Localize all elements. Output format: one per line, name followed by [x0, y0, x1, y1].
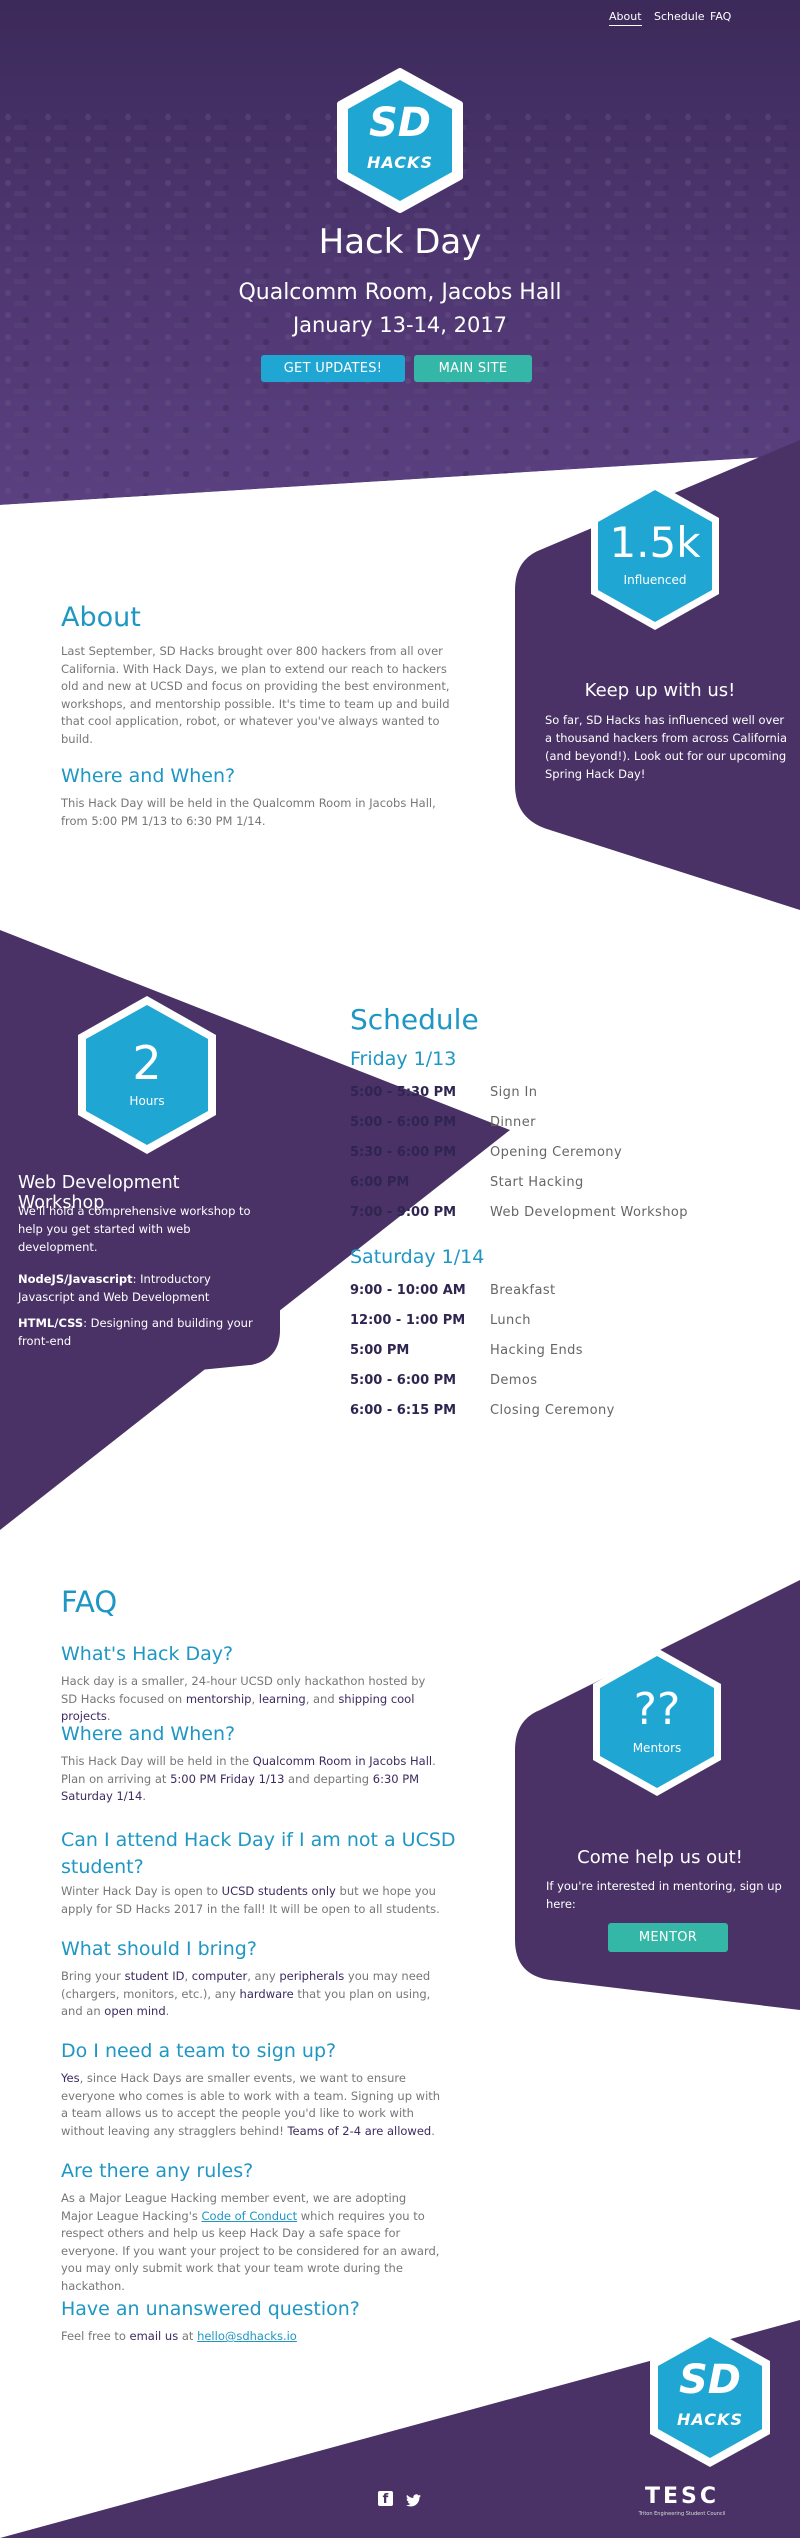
sd-hacks-logo: SD HACKS — [335, 68, 465, 213]
mentor-button[interactable]: MENTOR — [608, 1923, 728, 1952]
workshop-label: Hours — [129, 1094, 165, 1108]
faq-answer: Yes, since Hack Days are smaller events,… — [61, 2071, 441, 2138]
about-where-body: This Hack Day will be held in the Qualco… — [61, 796, 436, 828]
schedule-heading: Schedule — [350, 1003, 479, 1036]
twitter-icon[interactable] — [406, 2492, 421, 2507]
faq-answer: As a Major League Hacking member event, … — [61, 2191, 440, 2293]
logo-sd-text: SD — [368, 100, 431, 146]
faq-answer: Winter Hack Day is open to UCSD students… — [61, 1884, 440, 1916]
hero-dates: January 13-14, 2017 — [292, 313, 508, 337]
nav-faq[interactable]: FAQ — [710, 10, 731, 23]
influence-hexagon: 1.5k Influenced — [585, 478, 725, 634]
mentors-label: Mentors — [632, 1741, 682, 1755]
footer-logo-hacks-text: HACKS — [677, 2410, 743, 2429]
footer-logo-sd-text: SD — [678, 2357, 741, 2403]
workshop-hexagon: 2 Hours — [72, 992, 222, 1158]
mentors-heading: Come help us out! — [577, 1847, 743, 1868]
facebook-icon[interactable]: f — [378, 2491, 393, 2507]
faq-answer: This Hack Day will be held in the Qualco… — [61, 1754, 436, 1803]
workshop-item-node: NodeJS/Javascript: Introductory Javascri… — [18, 1272, 211, 1304]
tesc-subtitle: Triton Engineering Student Council — [638, 2511, 726, 2517]
tesc-logo: TESC — [644, 2484, 720, 2509]
mentors-body: If you're interested in mentoring, sign … — [546, 1879, 782, 1911]
faq-question: Are there any rules? — [61, 2160, 254, 2182]
influence-number: 1.5k — [609, 518, 701, 567]
schedule-day-saturday: Saturday 1/14 — [350, 1246, 485, 1268]
workshop-item-html: HTML/CSS: Designing and building your fr… — [18, 1316, 253, 1348]
mentors-number: ?? — [633, 1684, 681, 1735]
get-updates-button[interactable]: GET UPDATES! — [261, 355, 405, 382]
faq-question: Where and When? — [61, 1723, 236, 1745]
keep-up-body: So far, SD Hacks has influenced well ove… — [545, 713, 788, 781]
faq-answer: Feel free to email us at hello@sdhacks.i… — [61, 2329, 297, 2343]
workshop-body: We'll hold a comprehensive workshop to h… — [18, 1204, 251, 1254]
about-heading: About — [61, 602, 141, 633]
workshop-number: 2 — [132, 1036, 162, 1090]
about-body: Last September, SD Hacks brought over 80… — [61, 644, 450, 746]
code-of-conduct-link[interactable]: Code of Conduct — [202, 2209, 298, 2223]
influence-label: Influenced — [623, 573, 687, 587]
faq-question: Have an unanswered question? — [61, 2298, 360, 2320]
email-link[interactable]: hello@sdhacks.io — [197, 2329, 297, 2343]
faq-answer: Bring your student ID, computer, any per… — [61, 1969, 431, 2018]
faq-question: Do I need a team to sign up? — [61, 2040, 337, 2062]
top-nav: About Schedule FAQ — [0, 0, 800, 34]
nav-about[interactable]: About — [609, 10, 642, 26]
faq-answer: Hack day is a smaller, 24-hour UCSD only… — [61, 1674, 426, 1723]
faq-heading: FAQ — [61, 1585, 118, 1619]
mentors-hexagon: ?? Mentors — [587, 1644, 727, 1800]
keep-up-heading: Keep up with us! — [584, 680, 736, 701]
main-site-button[interactable]: MAIN SITE — [414, 355, 532, 382]
hero-title: Hack Day — [318, 222, 482, 262]
nav-schedule[interactable]: Schedule — [654, 10, 705, 23]
faq-question: What should I bring? — [61, 1938, 257, 1960]
footer-sd-hacks-logo: SD HACKS — [645, 2325, 775, 2470]
about-where-heading: Where and When? — [61, 765, 236, 787]
logo-hacks-text: HACKS — [367, 153, 433, 172]
faq-question: What's Hack Day? — [61, 1643, 234, 1665]
schedule-day-friday: Friday 1/13 — [350, 1048, 457, 1070]
hero-location: Qualcomm Room, Jacobs Hall — [238, 280, 562, 305]
faq-question: Can I attend Hack Day if I am not a UCSD… — [61, 1829, 456, 1878]
